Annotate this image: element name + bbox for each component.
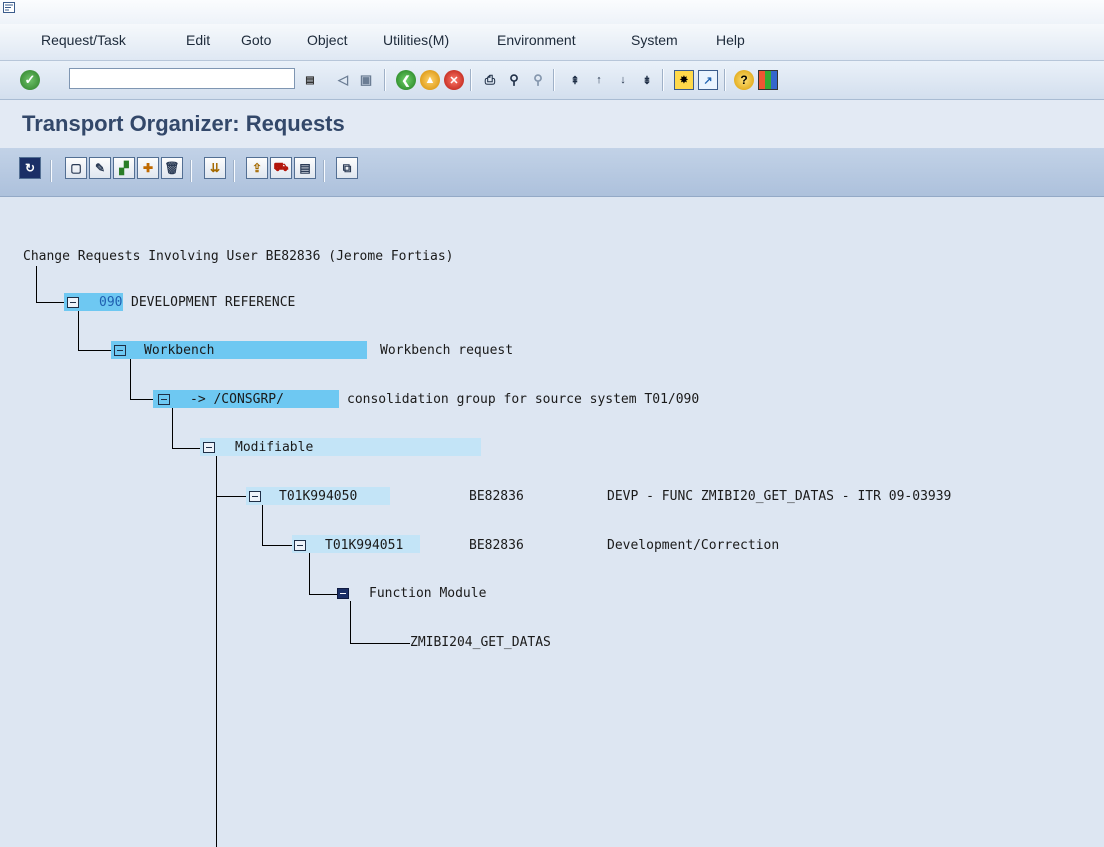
workbench-desc: Workbench request: [380, 343, 514, 358]
page-title: Transport Organizer: Requests: [22, 111, 345, 136]
menu-object[interactable]: Object: [307, 32, 347, 48]
next-page-icon[interactable]: ↓: [613, 70, 633, 90]
exit-icon[interactable]: ▲: [420, 70, 440, 90]
create-session-icon[interactable]: ✸: [674, 70, 694, 90]
menu-bar: Request/Task Edit Goto Object Utilities(…: [0, 24, 1104, 61]
previous-page-icon[interactable]: ↑: [589, 70, 609, 90]
target-label[interactable]: -> /CONSGRP/: [190, 392, 284, 408]
folder-icon[interactable]: [294, 540, 306, 551]
menu-utilities[interactable]: Utilities(M): [383, 32, 449, 48]
print-icon[interactable]: ⎙: [480, 70, 500, 90]
menu-system[interactable]: System: [631, 32, 678, 48]
title-strip: [0, 0, 1104, 24]
task-desc: Development/Correction: [607, 538, 780, 553]
cancel-icon[interactable]: ✕: [444, 70, 464, 90]
command-field[interactable]: [69, 68, 295, 89]
request-id[interactable]: T01K994050: [279, 489, 357, 505]
folder-icon[interactable]: [337, 588, 349, 599]
request-owner: BE82836: [469, 489, 524, 504]
help-icon[interactable]: ?: [734, 70, 754, 90]
command-dropdown-icon[interactable]: ▤: [300, 70, 320, 90]
request-desc: DEVP - FUNC ZMIBI20_GET_DATAS - ITR 09-0…: [607, 489, 952, 504]
client-desc: DEVELOPMENT REFERENCE: [131, 295, 296, 310]
shortcut-icon[interactable]: ↗: [698, 70, 718, 90]
sort-compress-icon[interactable]: ⇊: [204, 157, 226, 179]
change-owner-icon[interactable]: ▞: [113, 157, 135, 179]
release-directly-icon[interactable]: ⛟: [270, 157, 292, 179]
menu-help[interactable]: Help: [716, 32, 745, 48]
delete-icon[interactable]: 🗑: [161, 157, 183, 179]
status-label[interactable]: Modifiable: [235, 440, 313, 456]
release-icon[interactable]: ⇪: [246, 157, 268, 179]
folder-icon[interactable]: [249, 491, 261, 502]
check-objects-icon[interactable]: ▤: [294, 157, 316, 179]
request-tree: Change Requests Involving User BE82836 (…: [0, 197, 1104, 847]
find-icon[interactable]: ⚲: [504, 70, 524, 90]
title-bar: Transport Organizer: Requests: [0, 100, 1104, 148]
task-owner: BE82836: [469, 538, 524, 553]
back-arrow-icon[interactable]: ◁: [333, 70, 353, 90]
application-toolbar: ↻ ▢ ✎ ▞ ✚ 🗑 ⇊ ⇪ ⛟ ▤ ⧉: [0, 148, 1104, 197]
folder-icon[interactable]: [158, 394, 170, 405]
menu-environment[interactable]: Environment: [497, 32, 576, 48]
folder-icon[interactable]: [114, 345, 126, 356]
tree-header: Change Requests Involving User BE82836 (…: [23, 249, 454, 264]
object-type-label[interactable]: Function Module: [369, 586, 486, 602]
change-display-icon[interactable]: ✎: [89, 157, 111, 179]
customize-layout-icon[interactable]: [758, 70, 778, 90]
folder-icon[interactable]: [67, 297, 79, 308]
save-icon[interactable]: ▣: [356, 70, 376, 90]
enter-icon[interactable]: ✓: [20, 70, 40, 90]
refresh-icon[interactable]: ↻: [19, 157, 41, 179]
task-id[interactable]: T01K994051: [325, 538, 403, 554]
target-desc: consolidation group for source system T0…: [347, 392, 700, 407]
menu-request-task[interactable]: Request/Task: [41, 32, 126, 48]
find-next-icon[interactable]: ⚲: [528, 70, 548, 90]
workbench-label[interactable]: Workbench: [144, 343, 214, 359]
menu-edit[interactable]: Edit: [186, 32, 210, 48]
client-code[interactable]: 090: [99, 295, 122, 311]
object-name[interactable]: ZMIBI204_GET_DATAS: [410, 635, 551, 651]
create-icon[interactable]: ▢: [65, 157, 87, 179]
add-user-icon[interactable]: ✚: [137, 157, 159, 179]
back-icon[interactable]: ❮: [396, 70, 416, 90]
copy-icon[interactable]: ⧉: [336, 157, 358, 179]
window-menu-icon[interactable]: [3, 2, 15, 13]
last-page-icon[interactable]: ⇟: [637, 70, 657, 90]
first-page-icon[interactable]: ⇞: [565, 70, 585, 90]
menu-goto[interactable]: Goto: [241, 32, 271, 48]
folder-icon[interactable]: [203, 442, 215, 453]
